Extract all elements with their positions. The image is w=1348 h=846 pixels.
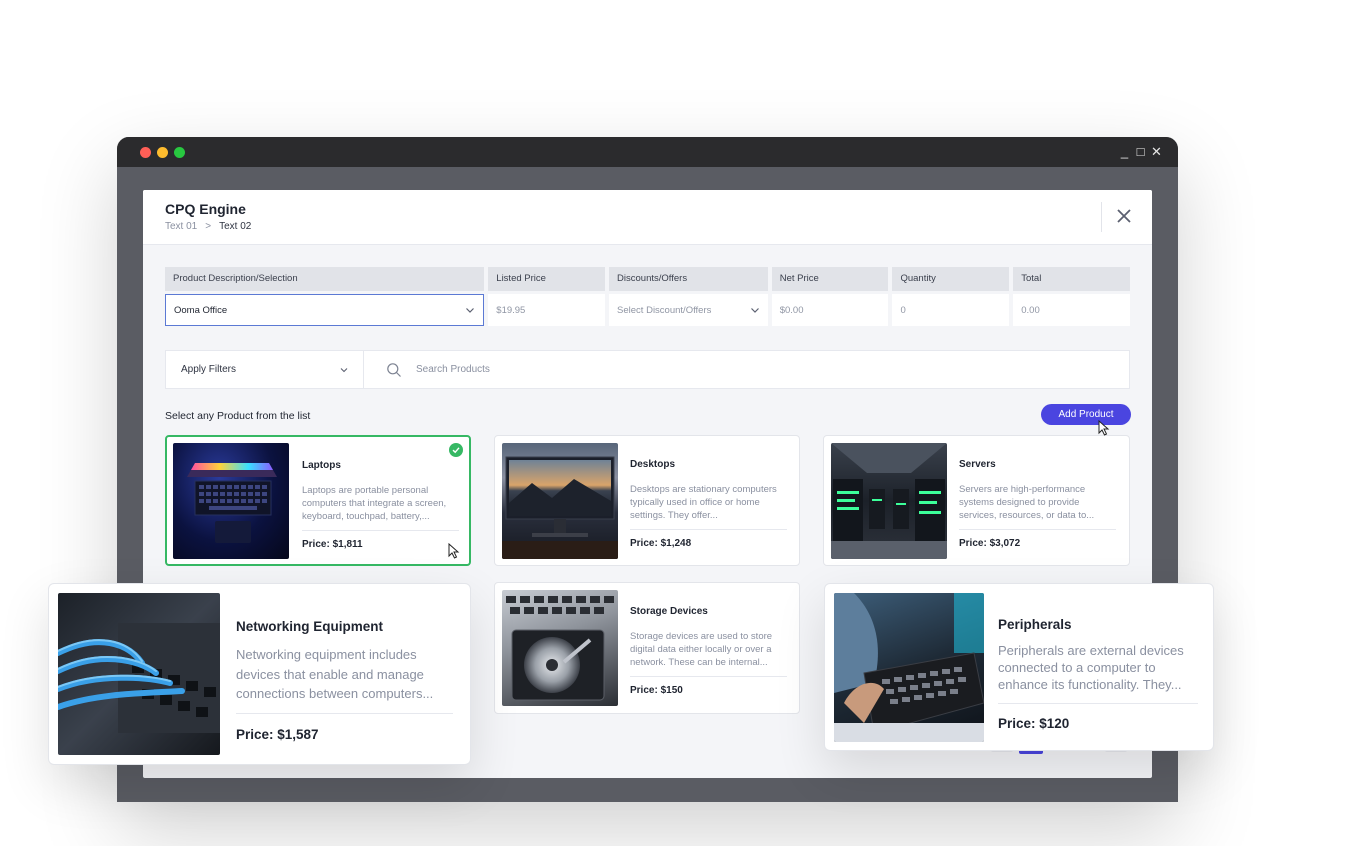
product-price: Price: $1,811: [302, 539, 363, 550]
breadcrumb-item[interactable]: Text 01: [165, 221, 197, 232]
product-name: Networking Equipment: [236, 619, 384, 634]
networking-illustration: [58, 623, 220, 733]
window-minimize-dot[interactable]: [157, 147, 168, 158]
product-description: Networking equipment includes devices th…: [236, 647, 434, 701]
product-select-value: Ooma Office: [174, 304, 228, 316]
product-description: Servers are high-performance systems des…: [959, 484, 1095, 521]
close-window-icon[interactable]: ✕: [1151, 144, 1162, 160]
product-card-networking-equipment[interactable]: Networking Equipment Networking equipmen…: [48, 583, 471, 765]
desktop-illustration: [502, 456, 618, 559]
chevron-down-icon: [466, 308, 475, 313]
chevron-down-icon: [750, 308, 759, 313]
peripherals-illustration: [834, 593, 984, 742]
breadcrumb-current: Text 02: [219, 221, 252, 232]
total-cell: 0.00: [1013, 294, 1130, 326]
product-name: Laptops: [302, 460, 341, 471]
window-titlebar: _ □ ✕: [117, 137, 1178, 167]
product-card-storage-devices[interactable]: Storage Devices Storage devices are used…: [494, 582, 800, 714]
window-maximize-dot[interactable]: [174, 147, 185, 158]
window-controls: _ □ ✕: [1119, 144, 1162, 160]
pointer-cursor-icon: [1098, 420, 1110, 436]
column-header: Net Price: [771, 267, 889, 291]
laptop-image: [173, 443, 289, 559]
mouse-cursor-icon: [448, 543, 460, 559]
selected-check-icon: [449, 443, 463, 457]
product-name: Desktops: [630, 459, 676, 470]
search-icon: [387, 362, 401, 377]
divider: [959, 529, 1116, 530]
product-card-servers[interactable]: Servers Servers are high-performance sys…: [823, 435, 1130, 566]
product-description: Desktops are stationary computers typica…: [630, 484, 777, 521]
minimize-icon[interactable]: _: [1119, 144, 1130, 160]
table-row: Ooma Office $19.95 Select Discount/Offer…: [165, 291, 1130, 326]
search-input[interactable]: Search Products: [364, 362, 1129, 378]
product-price: Price: $120: [998, 716, 1070, 731]
product-price: Price: $1,248: [630, 538, 692, 549]
product-description: Storage devices are used to store digita…: [630, 631, 773, 668]
product-name: Storage Devices: [630, 606, 708, 617]
product-price: Price: $150: [630, 685, 683, 696]
listed-price-cell: $19.95: [488, 294, 606, 326]
product-description: Laptops are portable personal computers …: [302, 485, 447, 522]
divider: [630, 529, 787, 530]
page-title: CPQ Engine: [165, 201, 246, 217]
product-card-desktops[interactable]: Desktops Desktops are stationary compute…: [494, 435, 800, 566]
storage-image: [502, 590, 618, 706]
breadcrumb: Text 01 > Text 02: [165, 221, 251, 232]
product-name: Servers: [959, 459, 996, 470]
column-header: Total: [1013, 267, 1130, 291]
product-card-peripherals[interactable]: Peripherals Peripherals are external dev…: [824, 583, 1214, 751]
product-description: Peripherals are external devices connect…: [998, 643, 1184, 692]
discount-select[interactable]: Select Discount/Offers: [609, 294, 768, 326]
laptop-illustration: [187, 463, 277, 543]
server-image: [831, 443, 947, 559]
column-header: Discounts/Offers: [609, 267, 768, 291]
chevron-down-icon: [340, 367, 348, 372]
desktop-image: [502, 443, 618, 559]
storage-illustration: [506, 596, 614, 701]
product-card-laptops[interactable]: Laptops Laptops are portable personal co…: [165, 435, 471, 566]
add-product-button[interactable]: Add Product: [1041, 404, 1131, 425]
server-illustration: [831, 443, 947, 559]
product-price: Price: $3,072: [959, 538, 1021, 549]
peripherals-image: [834, 593, 984, 742]
networking-image: [58, 593, 220, 755]
pricing-table: Product Description/Selection Listed Pri…: [165, 267, 1130, 326]
search-placeholder: Search Products: [416, 364, 490, 375]
section-label: Select any Product from the list: [165, 410, 311, 422]
quantity-field[interactable]: 0: [892, 294, 1010, 326]
close-icon: [1117, 209, 1131, 223]
discount-select-placeholder: Select Discount/Offers: [617, 304, 712, 316]
divider: [302, 530, 459, 531]
stage: _ □ ✕ CPQ Engine Text 01 > Text 02 Produ…: [0, 0, 1348, 846]
column-header: Product Description/Selection: [165, 267, 485, 291]
product-name: Peripherals: [998, 617, 1072, 632]
header-divider: [1101, 202, 1102, 232]
table-header-row: Product Description/Selection Listed Pri…: [165, 267, 1130, 291]
close-modal-button[interactable]: [1114, 206, 1134, 226]
apply-filters-label: Apply Filters: [181, 364, 237, 375]
maximize-icon[interactable]: □: [1135, 144, 1146, 160]
product-price: Price: $1,587: [236, 727, 319, 742]
column-header: Quantity: [892, 267, 1010, 291]
filter-bar: Apply Filters Search Products: [165, 350, 1130, 389]
apply-filters-dropdown[interactable]: Apply Filters: [166, 351, 364, 388]
divider: [998, 703, 1198, 704]
net-price-cell: $0.00: [771, 294, 889, 326]
breadcrumb-separator: >: [205, 221, 212, 232]
column-header: Listed Price: [488, 267, 606, 291]
modal-header: CPQ Engine Text 01 > Text 02: [143, 190, 1152, 245]
window-close-dot[interactable]: [140, 147, 151, 158]
divider: [630, 676, 787, 677]
product-select[interactable]: Ooma Office: [165, 294, 485, 326]
divider: [236, 713, 453, 714]
